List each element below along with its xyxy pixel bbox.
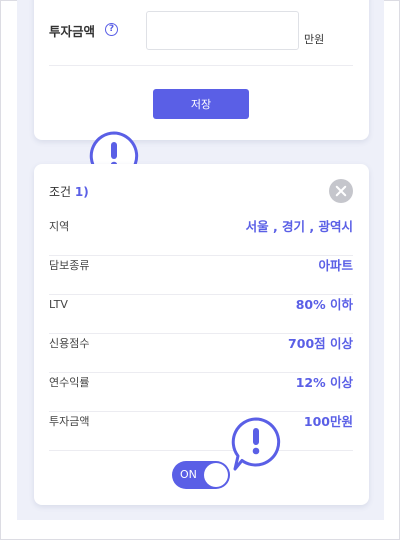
- condition-value: 아파트: [318, 258, 353, 273]
- toggle-label: ON: [180, 468, 197, 481]
- condition-value: 100만원: [303, 414, 353, 429]
- condition-key: 담보종류: [49, 259, 90, 272]
- condition-value: 12% 이상: [295, 375, 353, 390]
- condition-number: 1): [74, 185, 89, 199]
- row-divider: [49, 450, 353, 451]
- exclamation-bubble-icon: [231, 417, 281, 471]
- invest-amount-label: 투자금액: [49, 24, 96, 39]
- condition-title-text: 조건: [49, 185, 72, 199]
- condition-key: 신용점수: [49, 337, 90, 350]
- close-icon[interactable]: [329, 179, 353, 203]
- on-off-toggle[interactable]: ON: [172, 461, 230, 489]
- invest-amount-input[interactable]: [146, 11, 299, 50]
- condition-key: LTV: [49, 298, 68, 311]
- condition-value: 서울 , 경기 , 광역시: [245, 219, 353, 234]
- amount-unit-label: 만원: [304, 33, 325, 46]
- condition-key: 연수익률: [49, 376, 90, 389]
- condition-value: 80% 이하: [295, 297, 353, 312]
- condition-row-credit-score: 신용점수 700점 이상: [49, 334, 353, 373]
- condition-row-ltv: LTV 80% 이하: [49, 295, 353, 334]
- condition-key: 지역: [49, 220, 70, 233]
- condition-row-annual-return: 연수익률 12% 이상: [49, 373, 353, 412]
- condition-row-invest-amount: 투자금액 100만원: [49, 412, 353, 451]
- condition-key: 투자금액: [49, 415, 90, 428]
- help-icon[interactable]: ?: [105, 23, 118, 36]
- toggle-knob: [204, 463, 228, 487]
- condition-row-collateral: 담보종류 아파트: [49, 256, 353, 295]
- condition-value: 700점 이상: [288, 336, 353, 351]
- divider: [49, 65, 353, 66]
- save-button[interactable]: 저장: [153, 89, 249, 119]
- condition-row-region: 지역 서울 , 경기 , 광역시: [49, 217, 353, 256]
- condition-title: 조건 1): [49, 183, 89, 200]
